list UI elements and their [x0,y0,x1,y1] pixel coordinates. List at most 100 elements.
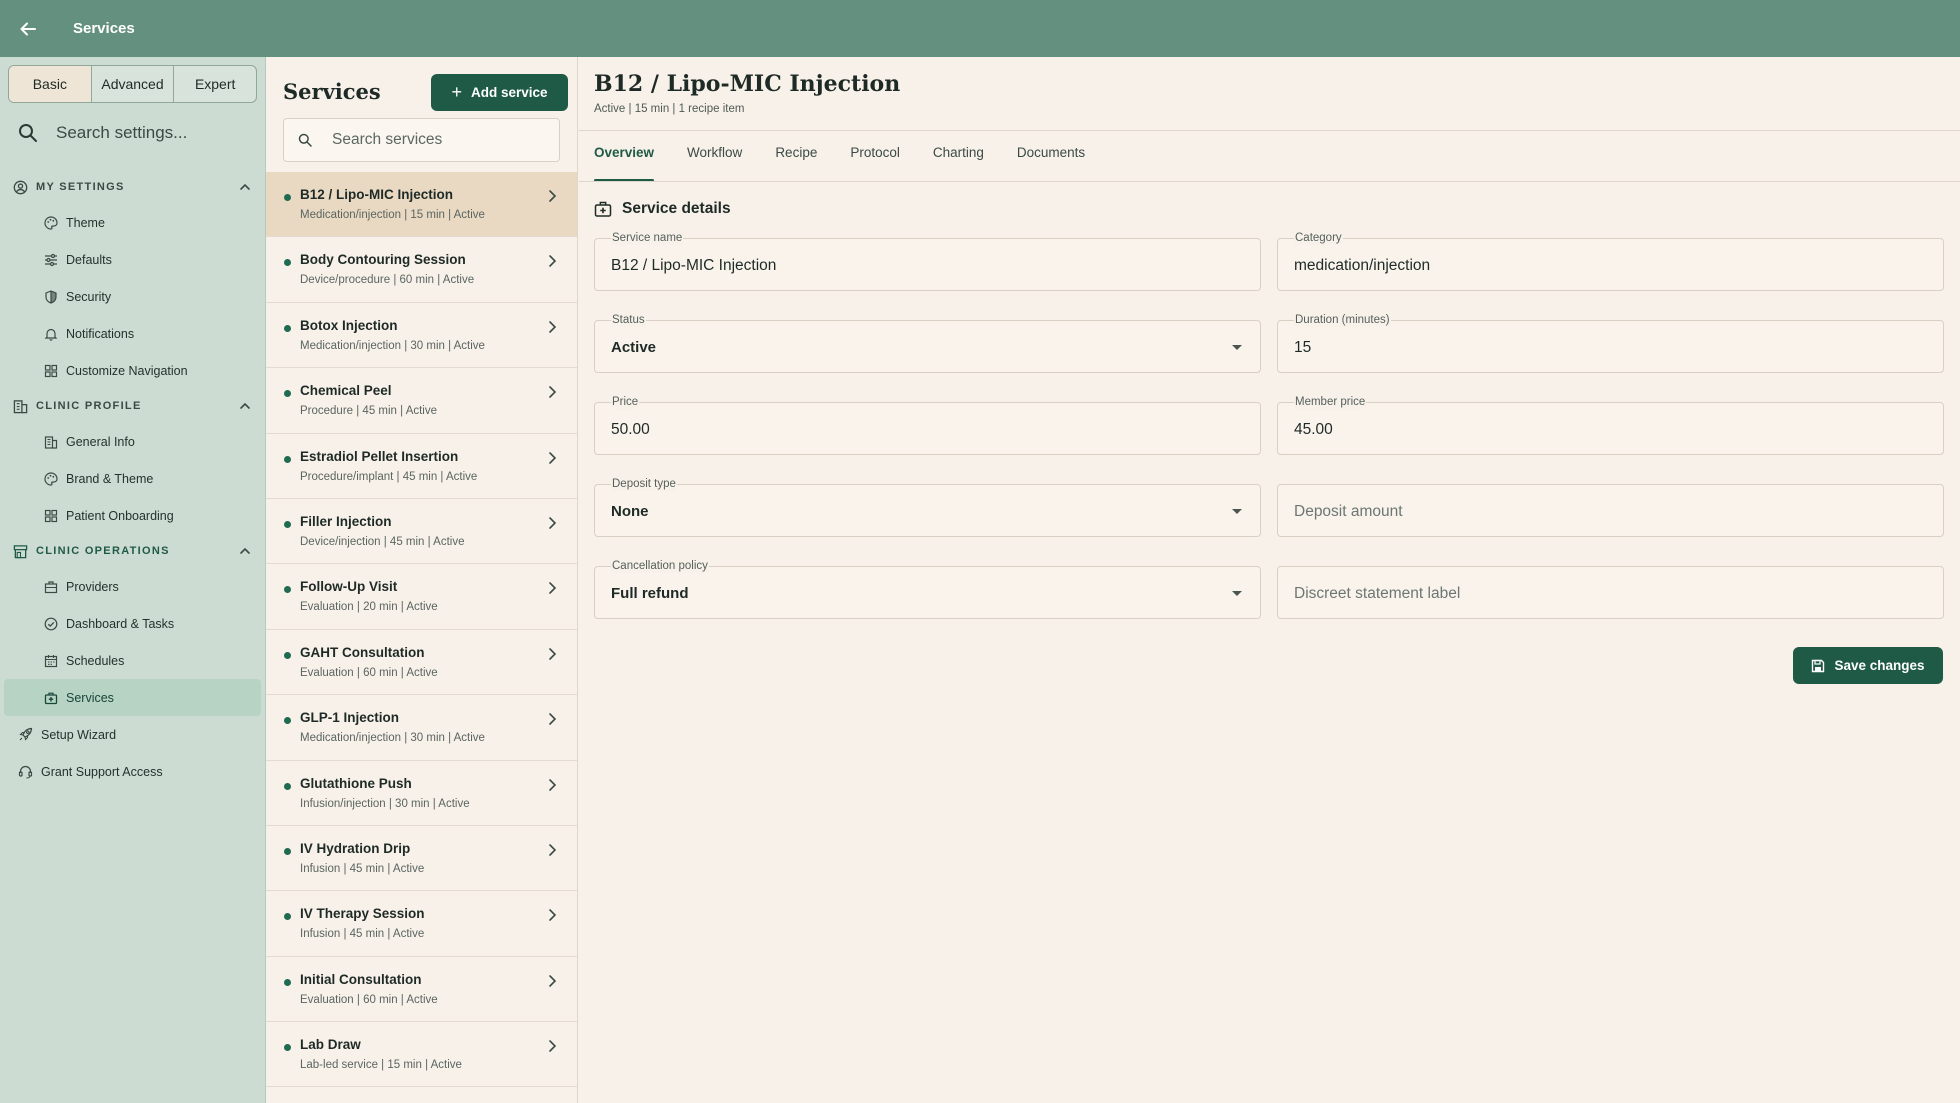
category-field[interactable]: Category medication/injection [1277,231,1944,291]
field-value: Full refund [611,585,689,602]
chevron-right-icon [549,190,557,202]
tab-overview[interactable]: Overview [594,145,655,182]
add-service-button[interactable]: + Add service [431,74,568,111]
page-title: Services [73,20,135,37]
grid-icon [43,508,59,524]
nav-item-label: Patient Onboarding [66,508,174,523]
service-list-item[interactable]: Body Contouring Session Device/procedure… [266,237,577,303]
field-value: 15 [1294,339,1312,356]
top-bar: Services [0,0,1960,57]
service-list-item[interactable]: Botox Injection Medication/injection | 3… [266,303,577,369]
tab-charting[interactable]: Charting [933,145,984,182]
service-list-item[interactable]: Chemical Peel Procedure | 45 min | Activ… [266,368,577,434]
nav-item-notifications[interactable]: Notifications [0,315,265,352]
field-value: B12 / Lipo-MIC Injection [611,257,777,274]
nav-item-label: Setup Wizard [41,727,117,742]
tab-workflow[interactable]: Workflow [687,145,742,182]
service-name: Glutathione Push [300,775,412,791]
field-label: Duration (minutes) [1294,313,1391,327]
nav-item-dashboard-tasks[interactable]: Dashboard & Tasks [0,605,265,642]
service-search-input[interactable]: Search services [283,118,560,162]
deposit-amount-field[interactable]: Deposit amount [1277,484,1944,537]
nav-item-general-info[interactable]: General Info [0,423,265,460]
mode-advanced[interactable]: Advanced [92,66,175,102]
duration-field[interactable]: Duration (minutes) 15 [1277,313,1944,373]
briefcase-icon [43,579,59,595]
status-dot [284,194,291,201]
status-select[interactable]: Status Active [594,313,1261,373]
service-list-item[interactable]: Initial Consultation Evaluation | 60 min… [266,957,577,1023]
nav-item-security[interactable]: Security [0,278,265,315]
section-clinic-operations[interactable]: CLINIC OPERATIONS [0,534,265,568]
list-title: Services [283,79,381,104]
status-dot [284,586,291,594]
service-meta: Procedure | 45 min | Active [300,405,438,418]
nav-item-setup-wizard[interactable]: Setup Wizard [0,716,265,753]
service-name: Estradiol Pellet Insertion [300,448,459,464]
save-changes-label: Save changes [1834,658,1925,673]
service-list-item[interactable]: Follow-Up Visit Evaluation | 20 min | Ac… [266,564,577,630]
service-meta: Device/procedure | 60 min | Active [300,274,475,287]
user-circle-icon [13,180,28,194]
service-name-field[interactable]: Service name B12 / Lipo-MIC Injection [594,231,1261,291]
nav-item-schedules[interactable]: Schedules [0,642,265,679]
service-list-item[interactable]: IV Hydration Drip Infusion | 45 min | Ac… [266,826,577,892]
field-label: Category [1294,231,1343,245]
nav-item-defaults[interactable]: Defaults [0,241,265,278]
service-list-item[interactable]: Estradiol Pellet Insertion Procedure/imp… [266,434,577,499]
nav-item-providers[interactable]: Providers [0,568,265,605]
mode-expert[interactable]: Expert [174,66,256,102]
nav-item-services[interactable]: Services [4,679,261,716]
nav-item-grant-support-access[interactable]: Grant Support Access [0,753,265,790]
service-list-item[interactable]: Lab Draw Lab-led service | 15 min | Acti… [266,1022,577,1088]
section-clinic-profile[interactable]: CLINIC PROFILE [0,389,265,423]
tab-protocol[interactable]: Protocol [850,145,900,182]
chevron-up-icon [240,402,250,409]
statement-label-field[interactable]: Discreet statement label [1277,566,1944,619]
section-label: MY SETTINGS [36,181,125,193]
price-field[interactable]: Price 50.00 [594,395,1261,455]
settings-search-input[interactable]: Search settings... [8,107,257,159]
service-list-item[interactable]: IV Therapy Session Infusion | 45 min | A… [266,891,577,957]
service-name: Filler Injection [300,513,392,529]
nav-item-theme[interactable]: Theme [0,204,265,241]
service-meta: Evaluation | 60 min | Active [300,666,438,679]
member-price-field[interactable]: Member price 45.00 [1277,395,1944,455]
service-list-item[interactable]: Filler Injection Device/injection | 45 m… [266,499,577,565]
nav-item-brand-theme[interactable]: Brand & Theme [0,460,265,497]
tab-recipe[interactable]: Recipe [775,145,817,182]
service-list-item[interactable]: B12 / Lipo-MIC Injection Medication/inje… [266,172,577,238]
tab-documents[interactable]: Documents [1017,145,1085,182]
building-icon [43,434,59,450]
mode-basic[interactable]: Basic [9,66,92,102]
status-dot [284,390,291,398]
grid-icon [43,363,59,379]
chevron-right-icon [549,844,557,856]
section-my-settings[interactable]: MY SETTINGS [0,170,265,204]
service-meta: Procedure/implant | 45 min | Active [300,470,478,483]
service-name: Botox Injection [300,317,398,333]
service-list-item[interactable]: Glutathione Push Infusion/injection | 30… [266,761,577,826]
nav-item-label: Defaults [66,252,112,267]
cancellation-policy-select[interactable]: Cancellation policy Full refund [594,559,1261,619]
deposit-type-select[interactable]: Deposit type None [594,477,1261,537]
service-list-item[interactable]: GLP-1 Injection Medication/injection | 3… [266,695,577,761]
service-name: GLP-1 Injection [300,710,400,726]
field-value: 45.00 [1294,421,1333,438]
chevron-right-icon [549,713,557,725]
nav-item-label: Grant Support Access [41,764,163,779]
palette-icon [43,471,59,487]
nav-item-customize-navigation[interactable]: Customize Navigation [0,352,265,389]
service-detail-pane: B12 / Lipo-MIC Injection Active | 15 min… [579,57,1960,1103]
field-placeholder: Discreet statement label [1294,585,1461,602]
section-label: CLINIC PROFILE [36,400,142,412]
calendar-icon [43,653,59,669]
service-name: Lab Draw [300,1037,361,1053]
save-changes-button[interactable]: Save changes [1793,647,1943,684]
status-dot [284,651,291,659]
chevron-right-icon [549,974,557,987]
back-button[interactable] [0,0,56,57]
nav-item-patient-onboarding[interactable]: Patient Onboarding [0,497,265,534]
service-list-item[interactable]: GAHT Consultation Evaluation | 60 min | … [266,630,577,696]
chevron-right-icon [549,909,557,922]
